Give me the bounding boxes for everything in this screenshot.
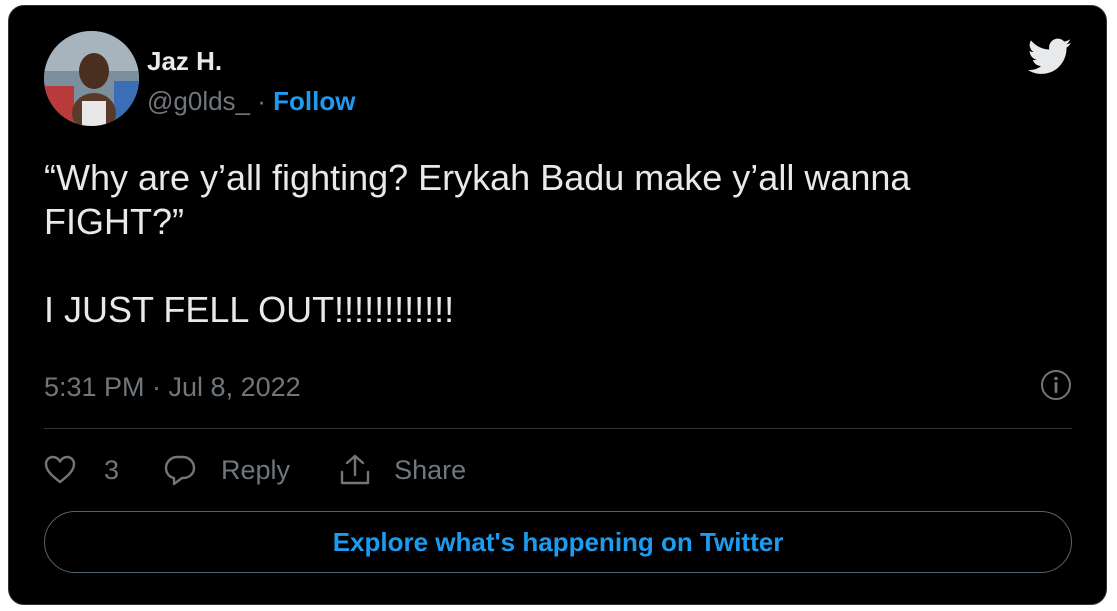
twitter-bird-icon[interactable] <box>1028 38 1072 76</box>
tweet-text: “Why are y’all fighting? Erykah Badu mak… <box>44 157 911 330</box>
heart-icon <box>44 455 76 484</box>
avatar-image <box>44 31 139 126</box>
reply-bubble-icon <box>164 455 196 486</box>
divider <box>44 428 1072 429</box>
explore-button[interactable]: Explore what's happening on Twitter <box>44 511 1072 573</box>
info-icon[interactable] <box>1040 369 1072 401</box>
tweet-card: Jaz H. @g0lds_ · Follow “Why are y’all f… <box>8 5 1107 605</box>
author-name[interactable]: Jaz H. <box>147 46 222 76</box>
share-icon <box>340 454 370 485</box>
author-handle[interactable]: @g0lds_ <box>147 86 250 116</box>
share-label: Share <box>394 454 467 485</box>
reply-button[interactable]: Reply <box>163 454 290 486</box>
action-bar: 3 Reply Share <box>44 448 466 492</box>
separator-dot: · <box>257 86 266 116</box>
reply-label: Reply <box>221 454 291 485</box>
timestamp[interactable]: 5:31 PM · Jul 8, 2022 <box>44 371 301 403</box>
follow-button[interactable]: Follow <box>273 86 355 116</box>
share-button[interactable]: Share <box>338 453 466 487</box>
avatar[interactable] <box>44 31 139 126</box>
like-count: 3 <box>104 454 120 485</box>
handle-row: @g0lds_ · Follow <box>147 86 355 116</box>
like-button[interactable]: 3 <box>44 455 119 486</box>
